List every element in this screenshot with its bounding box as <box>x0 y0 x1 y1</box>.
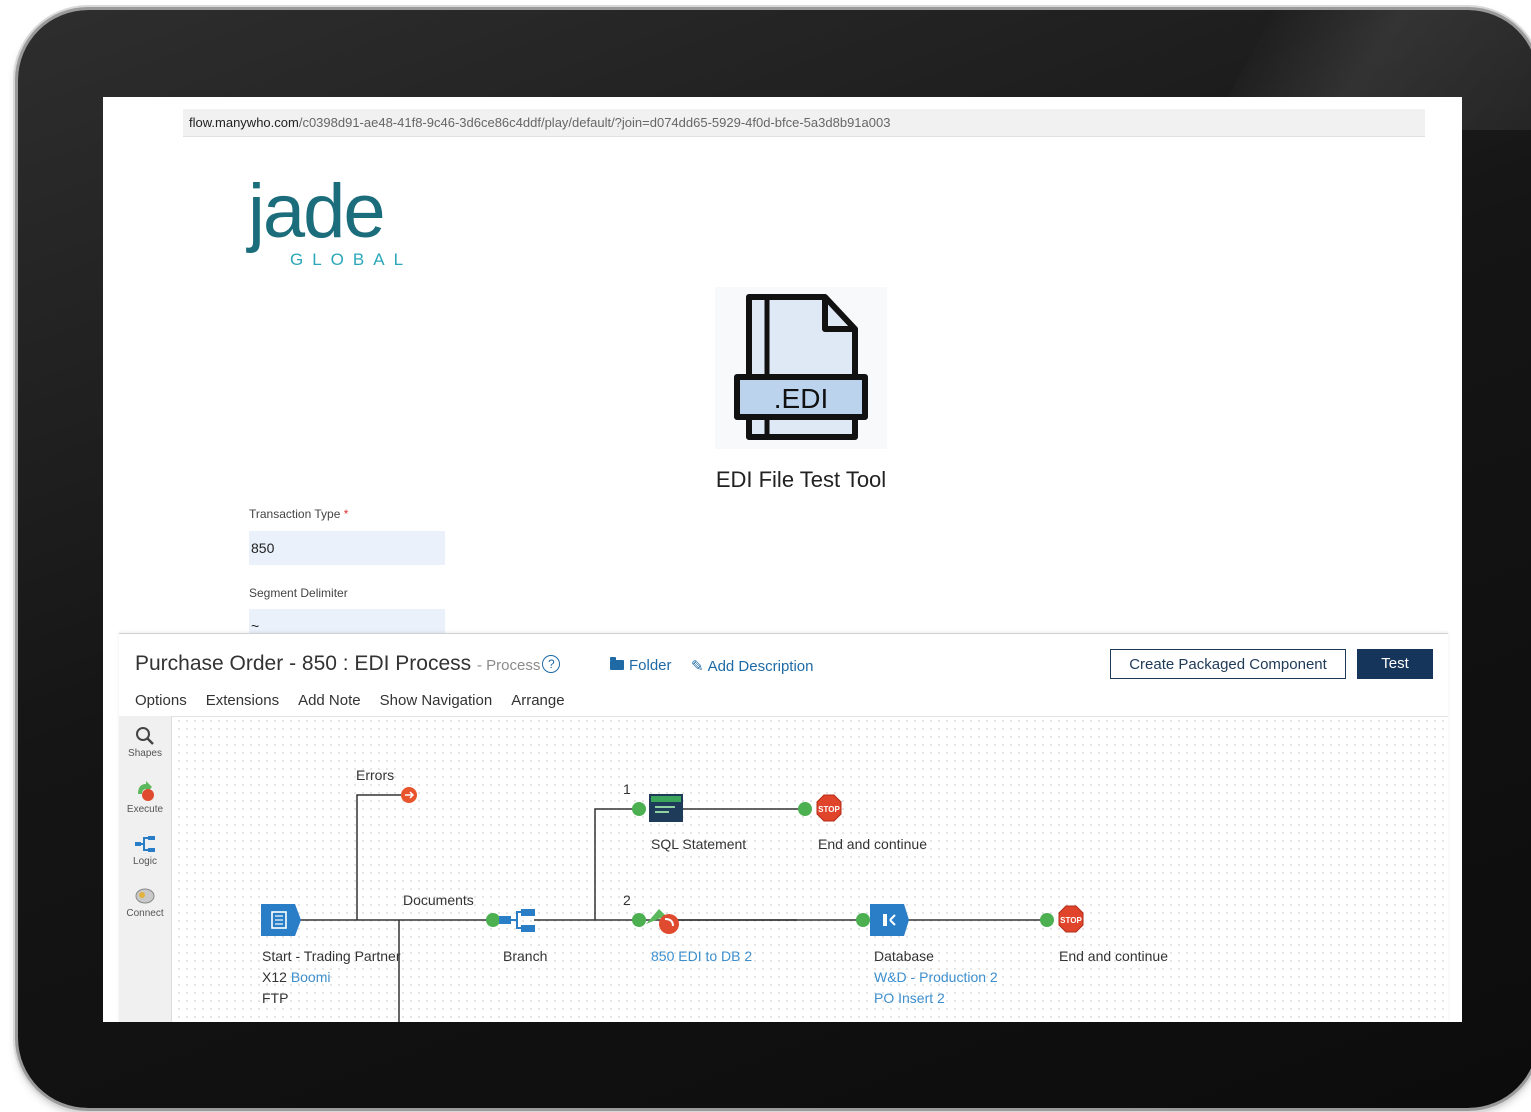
documents-label: Documents <box>403 892 474 908</box>
start-line-2-prefix: X12 <box>262 969 287 985</box>
start-node-label: Start - Trading Partner X12 Boomi FTP <box>262 946 401 1009</box>
database-node[interactable] <box>870 904 909 936</box>
jade-global-logo: jade GLOBAL <box>248 172 448 272</box>
database-connection-link[interactable]: W&D - Production 2 <box>874 967 998 988</box>
stop-text-1: STOP <box>818 805 840 814</box>
database-label: Database W&D - Production 2 PO Insert 2 <box>874 946 998 1009</box>
errors-label: Errors <box>356 767 395 783</box>
start-line-2: X12 Boomi <box>262 967 401 988</box>
start-line-2-link[interactable]: Boomi <box>291 969 331 985</box>
required-mark: * <box>343 507 349 521</box>
logo-main-text: jade <box>248 169 386 254</box>
segment-delimiter-label: Segment Delimiter <box>249 586 348 600</box>
transaction-type-input[interactable]: 850 <box>249 531 445 565</box>
branch-node[interactable] <box>499 909 535 932</box>
logo-sub-text: GLOBAL <box>290 250 413 269</box>
database-operation-link[interactable]: PO Insert 2 <box>874 988 998 1009</box>
start-line-1: Start - Trading Partner <box>262 948 401 964</box>
branch-label: Branch <box>503 948 548 964</box>
transaction-type-label: Transaction Type * <box>249 507 348 521</box>
stop-icon: STOP <box>816 794 842 822</box>
end-continue-label-1: End and continue <box>818 836 927 852</box>
address-bar[interactable]: flow.manywho.com/c0398d91-ae48-41f8-9c46… <box>183 109 1425 137</box>
process-builder-panel: Purchase Order - 850 : EDI Process - Pro… <box>119 633 1448 1022</box>
start-line-3: FTP <box>262 990 289 1006</box>
end-continue-label-2: End and continue <box>1059 948 1168 964</box>
sql-statement-label: SQL Statement <box>651 836 747 852</box>
edi-icon-label: .EDI <box>774 383 828 414</box>
map-link[interactable]: 850 EDI to DB 2 <box>651 948 752 964</box>
transaction-type-label-text: Transaction Type <box>249 507 341 521</box>
sql-statement-node[interactable] <box>649 794 683 822</box>
url-path: /c0398d91-ae48-41f8-9c46-3d6ce86c4ddf/pl… <box>298 115 891 130</box>
url-domain: flow.manywho.com <box>189 115 299 130</box>
database-title: Database <box>874 948 934 964</box>
stop-text-2: STOP <box>1060 916 1082 925</box>
connector-dots <box>401 787 1054 927</box>
branch-1-label: 1 <box>623 781 631 797</box>
tool-title: EDI File Test Tool <box>715 467 887 492</box>
start-node[interactable] <box>261 904 301 936</box>
map-label: 850 EDI to DB 2 <box>651 946 752 967</box>
edi-file-icon: .EDI <box>715 287 887 449</box>
stop-icon: STOP <box>1058 905 1084 933</box>
map-node[interactable] <box>646 909 679 934</box>
branch-2-label: 2 <box>623 892 631 908</box>
